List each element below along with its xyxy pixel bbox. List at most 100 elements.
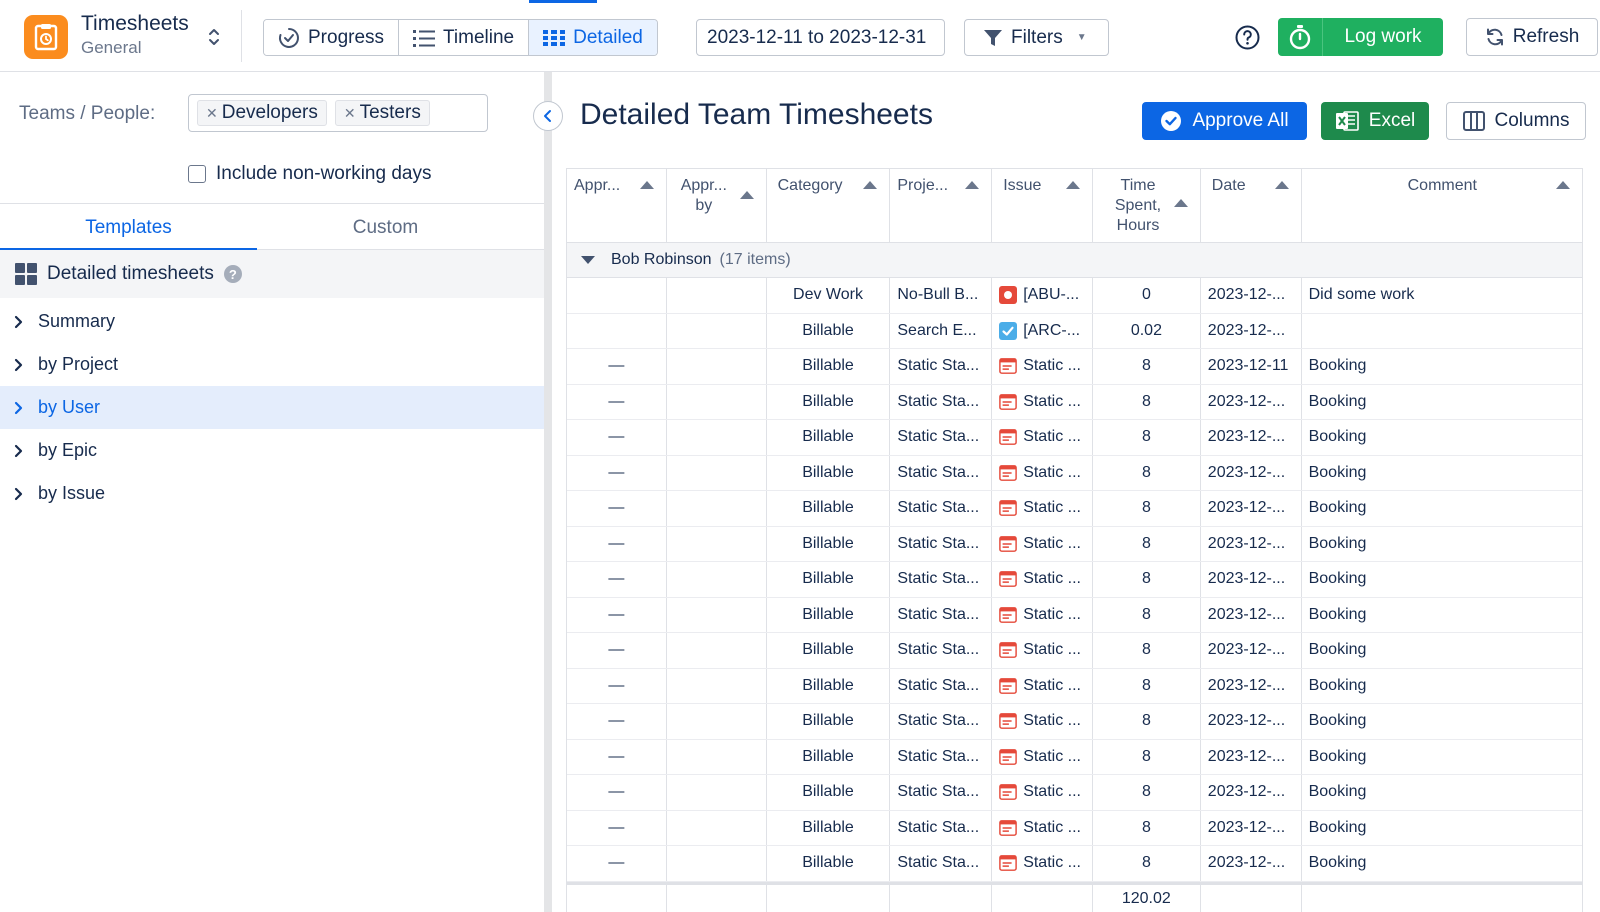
app-switcher-icon[interactable]: [203, 24, 225, 50]
help-icon[interactable]: [1235, 25, 1260, 50]
sort-arrow-icon[interactable]: [1173, 199, 1188, 207]
tree-item-by-project[interactable]: by Project: [0, 343, 544, 386]
date-range-input[interactable]: 2023-12-11 to 2023-12-31: [696, 19, 945, 56]
issue-key[interactable]: Static ...: [1023, 428, 1081, 446]
issue-cell[interactable]: Static ...: [992, 668, 1093, 703]
panel-resizer[interactable]: [544, 72, 552, 912]
refresh-button[interactable]: Refresh: [1466, 18, 1598, 56]
issue-key[interactable]: [ARC-...: [1023, 322, 1080, 340]
column-header-approval[interactable]: Appr...: [567, 169, 667, 242]
issue-cell[interactable]: [ABU-...: [992, 278, 1093, 313]
table-row[interactable]: — Billable Static Sta... Static ... 8 2023-12…: [567, 562, 1582, 598]
sort-arrow-icon[interactable]: [739, 191, 754, 199]
issue-key[interactable]: Static ...: [1023, 393, 1081, 411]
table-row[interactable]: — Billable Static Sta... Static ... 8 2023-12…: [567, 526, 1582, 562]
filters-button[interactable]: Filters ▼: [964, 19, 1109, 56]
column-header-time-spent[interactable]: Time Spent, Hours: [1093, 169, 1201, 242]
view-timeline-button[interactable]: Timeline: [399, 20, 530, 55]
issue-cell[interactable]: Static ...: [992, 526, 1093, 561]
sort-arrow-icon[interactable]: [965, 181, 980, 189]
issue-cell[interactable]: Static ...: [992, 739, 1093, 774]
project-cell[interactable]: Static Sta...: [890, 455, 993, 490]
issue-cell[interactable]: Static ...: [992, 704, 1093, 739]
issue-cell[interactable]: Static ...: [992, 775, 1093, 810]
issue-key[interactable]: Static ...: [1023, 570, 1081, 588]
view-detailed-button[interactable]: Detailed: [529, 20, 657, 55]
issue-key[interactable]: Static ...: [1023, 499, 1081, 517]
sort-arrow-icon[interactable]: [863, 181, 878, 189]
remove-chip-icon[interactable]: ✕: [344, 105, 356, 122]
project-cell[interactable]: Static Sta...: [890, 420, 993, 455]
remove-chip-icon[interactable]: ✕: [206, 105, 218, 122]
table-row[interactable]: — Billable Static Sta... Static ... 8 2023-12…: [567, 633, 1582, 669]
issue-key[interactable]: Static ...: [1023, 748, 1081, 766]
issue-key[interactable]: Static ...: [1023, 641, 1081, 659]
table-row[interactable]: — Billable Static Sta... Static ... 8 2023-12…: [567, 846, 1582, 882]
table-row[interactable]: — Billable Static Sta... Static ... 8 2023-12…: [567, 455, 1582, 491]
project-cell[interactable]: Static Sta...: [890, 597, 993, 632]
table-row[interactable]: Dev Work No-Bull B... [ABU-... 0 2023-12-...…: [567, 278, 1582, 314]
issue-cell[interactable]: Static ...: [992, 491, 1093, 526]
table-row[interactable]: Billable Search E... [ARC-... 0.02 2023-12-.…: [567, 313, 1582, 349]
issue-cell[interactable]: Static ...: [992, 349, 1093, 384]
issue-key[interactable]: Static ...: [1023, 783, 1081, 801]
table-row[interactable]: — Billable Static Sta... Static ... 8 2023-12…: [567, 739, 1582, 775]
project-cell[interactable]: Static Sta...: [890, 846, 993, 881]
issue-cell[interactable]: Static ...: [992, 633, 1093, 668]
issue-key[interactable]: Static ...: [1023, 606, 1081, 624]
approve-all-button[interactable]: Approve All: [1142, 102, 1307, 140]
issue-key[interactable]: Static ...: [1023, 819, 1081, 837]
issue-key[interactable]: Static ...: [1023, 535, 1081, 553]
group-row[interactable]: Bob Robinson (17 items): [567, 243, 1582, 278]
project-cell[interactable]: Static Sta...: [890, 739, 993, 774]
column-header-approved-by[interactable]: Appr... by: [667, 169, 767, 242]
issue-key[interactable]: Static ...: [1023, 677, 1081, 695]
tree-item-summary[interactable]: Summary: [0, 300, 544, 343]
issue-key[interactable]: Static ...: [1023, 712, 1081, 730]
issue-cell[interactable]: Static ...: [992, 597, 1093, 632]
tree-item-by-user[interactable]: by User: [0, 386, 544, 429]
column-header-issue[interactable]: Issue: [992, 169, 1093, 242]
issue-cell[interactable]: Static ...: [992, 420, 1093, 455]
tree-item-by-issue[interactable]: by Issue: [0, 472, 544, 515]
column-header-comment[interactable]: Comment: [1302, 169, 1582, 242]
issue-cell[interactable]: Static ...: [992, 455, 1093, 490]
table-row[interactable]: — Billable Static Sta... Static ... 8 2023-12…: [567, 420, 1582, 456]
table-row[interactable]: — Billable Static Sta... Static ... 8 2023-12…: [567, 775, 1582, 811]
issue-cell[interactable]: Static ...: [992, 562, 1093, 597]
timesheets-logo-icon[interactable]: [24, 15, 68, 59]
sort-arrow-icon[interactable]: [1066, 181, 1080, 189]
issue-key[interactable]: Static ...: [1023, 357, 1081, 375]
question-icon[interactable]: ?: [223, 265, 242, 283]
project-cell[interactable]: Static Sta...: [890, 775, 993, 810]
teams-people-select[interactable]: ✕ Developers ✕ Testers: [188, 94, 488, 132]
table-row[interactable]: — Billable Static Sta... Static ... 8 2023-12…: [567, 810, 1582, 846]
project-cell[interactable]: Static Sta...: [890, 526, 993, 561]
table-row[interactable]: — Billable Static Sta... Static ... 8 2023-12…: [567, 704, 1582, 740]
issue-key[interactable]: Static ...: [1023, 854, 1081, 872]
app-title[interactable]: Timesheets: [81, 12, 189, 36]
table-row[interactable]: — Billable Static Sta... Static ... 8 2023-12…: [567, 349, 1582, 385]
view-progress-button[interactable]: Progress: [264, 20, 400, 55]
collapse-panel-button[interactable]: [533, 101, 563, 131]
tree-item-by-epic[interactable]: by Epic: [0, 429, 544, 472]
issue-key[interactable]: [ABU-...: [1023, 286, 1079, 304]
excel-export-button[interactable]: Excel: [1321, 102, 1429, 140]
project-cell[interactable]: Static Sta...: [890, 562, 993, 597]
table-row[interactable]: — Billable Static Sta... Static ... 8 2023-12…: [567, 597, 1582, 633]
project-cell[interactable]: Search E...: [890, 313, 993, 348]
sort-arrow-icon[interactable]: [639, 181, 654, 189]
project-cell[interactable]: Static Sta...: [890, 491, 993, 526]
column-header-date[interactable]: Date: [1201, 169, 1302, 242]
column-header-project[interactable]: Proje...: [890, 169, 993, 242]
issue-cell[interactable]: Static ...: [992, 846, 1093, 881]
tab-templates[interactable]: Templates: [0, 204, 257, 251]
nonworking-days-checkbox[interactable]: [188, 165, 206, 183]
issue-cell[interactable]: Static ...: [992, 810, 1093, 845]
caret-down-icon[interactable]: [581, 256, 595, 264]
tab-custom[interactable]: Custom: [257, 204, 514, 249]
project-cell[interactable]: Static Sta...: [890, 704, 993, 739]
log-work-button[interactable]: Log work: [1278, 18, 1443, 56]
project-cell[interactable]: Static Sta...: [890, 668, 993, 703]
column-header-category[interactable]: Category: [767, 169, 891, 242]
